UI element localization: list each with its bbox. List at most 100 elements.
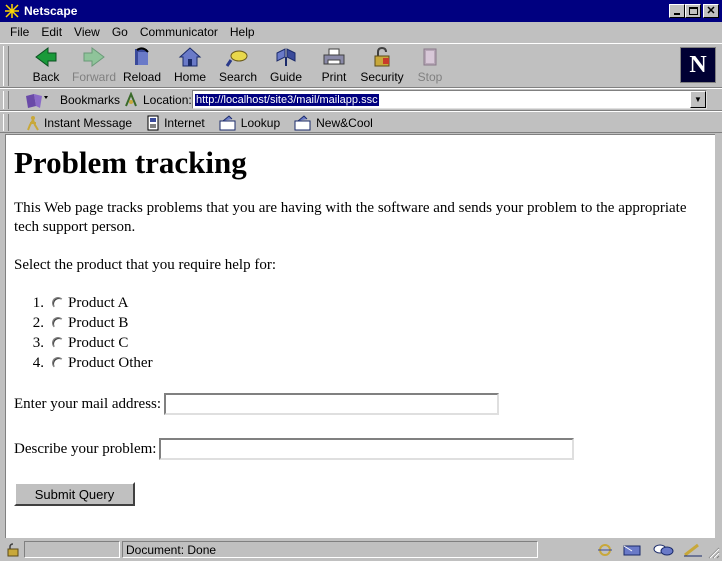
close-icon: ✕: [706, 4, 716, 17]
navigator-icon[interactable]: [596, 543, 614, 557]
guide-label: Guide: [269, 70, 303, 84]
security-label: Security: [360, 70, 404, 84]
product-other-radio[interactable]: [52, 357, 64, 369]
navigation-toolbar: Back Forward Reload Home Search Guide Pr…: [0, 43, 722, 88]
resize-grip-icon[interactable]: [708, 547, 720, 559]
product-a-label[interactable]: Product A: [68, 295, 128, 312]
list-item: 4. Product Other: [14, 353, 153, 373]
internet-button[interactable]: Internet: [146, 114, 205, 132]
netscape-app-icon: [4, 3, 20, 19]
forward-label: Forward: [71, 70, 116, 84]
security-button[interactable]: Security: [358, 46, 406, 86]
home-icon: [178, 47, 202, 67]
search-button[interactable]: Search: [214, 46, 262, 86]
problem-label: Describe your problem:: [14, 440, 157, 457]
product-a-radio[interactable]: [52, 297, 64, 309]
reload-label: Reload: [122, 70, 162, 84]
reload-button[interactable]: Reload: [118, 46, 166, 86]
url-text: http://localhost/site3/mail/mailapp.ssc: [195, 93, 379, 106]
new-and-cool-button[interactable]: New&Cool: [294, 114, 373, 132]
mailbox-icon[interactable]: [622, 543, 644, 557]
stop-label: Stop: [417, 70, 443, 84]
list-number: 4.: [32, 354, 44, 371]
discussion-icon[interactable]: [652, 543, 674, 557]
lookup-button[interactable]: Lookup: [219, 114, 280, 132]
print-button[interactable]: Print: [310, 46, 358, 86]
security-lock-icon[interactable]: [6, 543, 20, 557]
bookmarks-label: Bookmarks: [60, 93, 121, 107]
forward-button[interactable]: Forward: [70, 46, 118, 86]
toolbar-grip[interactable]: [3, 114, 9, 131]
internet-label: Internet: [164, 116, 205, 130]
list-item: 3. Product C: [14, 333, 153, 353]
list-item: 2. Product B: [14, 313, 153, 333]
list-item: 1. Product A: [14, 293, 153, 313]
status-text: Document: Done: [122, 541, 538, 558]
back-button[interactable]: Back: [22, 46, 70, 86]
bookmarks-icon: [26, 94, 48, 108]
menu-edit[interactable]: Edit: [35, 25, 68, 39]
product-c-radio[interactable]: [52, 337, 64, 349]
print-label: Print: [321, 70, 347, 84]
page-proxy-icon[interactable]: [124, 92, 138, 108]
list-number: 2.: [32, 314, 44, 331]
product-b-label[interactable]: Product B: [68, 315, 128, 332]
email-field[interactable]: [164, 393, 500, 415]
select-prompt: Select the product that you require help…: [14, 257, 276, 273]
lock-icon: [374, 46, 390, 67]
reload-icon: [135, 47, 149, 65]
status-bar: Document: Done: [0, 539, 722, 561]
product-other-label[interactable]: Product Other: [68, 355, 153, 372]
instant-message-label: Instant Message: [44, 116, 133, 130]
home-label: Home: [173, 70, 206, 84]
minimize-button[interactable]: [669, 4, 685, 18]
problem-row: Describe your problem:: [14, 438, 575, 460]
folder-icon: [294, 115, 311, 131]
page-content: Problem tracking This Web page tracks pr…: [5, 134, 715, 538]
back-label: Back: [32, 70, 60, 84]
menu-file[interactable]: File: [4, 25, 35, 39]
location-url-field[interactable]: http://localhost/site3/mail/mailapp.ssc …: [192, 90, 707, 109]
lookup-label: Lookup: [240, 116, 281, 130]
intro-paragraph: This Web page tracks problems that you a…: [14, 200, 687, 235]
maximize-button[interactable]: [685, 4, 701, 18]
toolbar-grip[interactable]: [3, 46, 9, 86]
product-b-radio[interactable]: [52, 317, 64, 329]
forward-arrow-icon: [83, 47, 105, 67]
instant-message-button[interactable]: Instant Message: [26, 114, 132, 132]
progress-meter: [24, 541, 120, 558]
window-border: [715, 134, 722, 538]
toolbar-grip[interactable]: [3, 91, 9, 109]
netscape-logo[interactable]: N: [680, 47, 716, 83]
menu-communicator[interactable]: Communicator: [134, 25, 224, 39]
menu-help[interactable]: Help: [224, 25, 261, 39]
product-list: 1. Product A 2. Product B 3. Product C 4…: [14, 293, 153, 373]
list-number: 3.: [32, 334, 44, 351]
maximize-icon: [688, 7, 698, 15]
title-bar: Netscape ✕: [0, 0, 722, 22]
location-label: Location:: [124, 91, 192, 109]
stop-icon: [423, 48, 437, 66]
instant-message-icon: [27, 116, 39, 131]
new-and-cool-label: New&Cool: [316, 116, 373, 130]
product-c-label[interactable]: Product C: [68, 335, 128, 352]
bookmarks-button[interactable]: Bookmarks: [24, 91, 120, 109]
stop-button[interactable]: Stop: [406, 46, 454, 86]
close-button[interactable]: ✕: [703, 4, 719, 18]
search-icon: [225, 50, 248, 67]
print-icon: [323, 48, 345, 65]
folder-icon: [219, 115, 236, 131]
problem-field[interactable]: [159, 438, 575, 460]
url-dropdown-button[interactable]: ▼: [690, 91, 706, 108]
list-number: 1.: [32, 294, 44, 311]
guide-button[interactable]: Guide: [262, 46, 310, 86]
menu-view[interactable]: View: [68, 25, 106, 39]
netscape-n-icon: N: [689, 51, 707, 78]
email-row: Enter your mail address:: [14, 393, 500, 415]
menu-go[interactable]: Go: [106, 25, 134, 39]
home-button[interactable]: Home: [166, 46, 214, 86]
composer-icon[interactable]: [682, 543, 704, 557]
guide-icon: [276, 48, 296, 66]
location-toolbar: Bookmarks Location: http://localhost/sit…: [0, 88, 722, 111]
submit-query-button[interactable]: Submit Query: [14, 482, 135, 506]
